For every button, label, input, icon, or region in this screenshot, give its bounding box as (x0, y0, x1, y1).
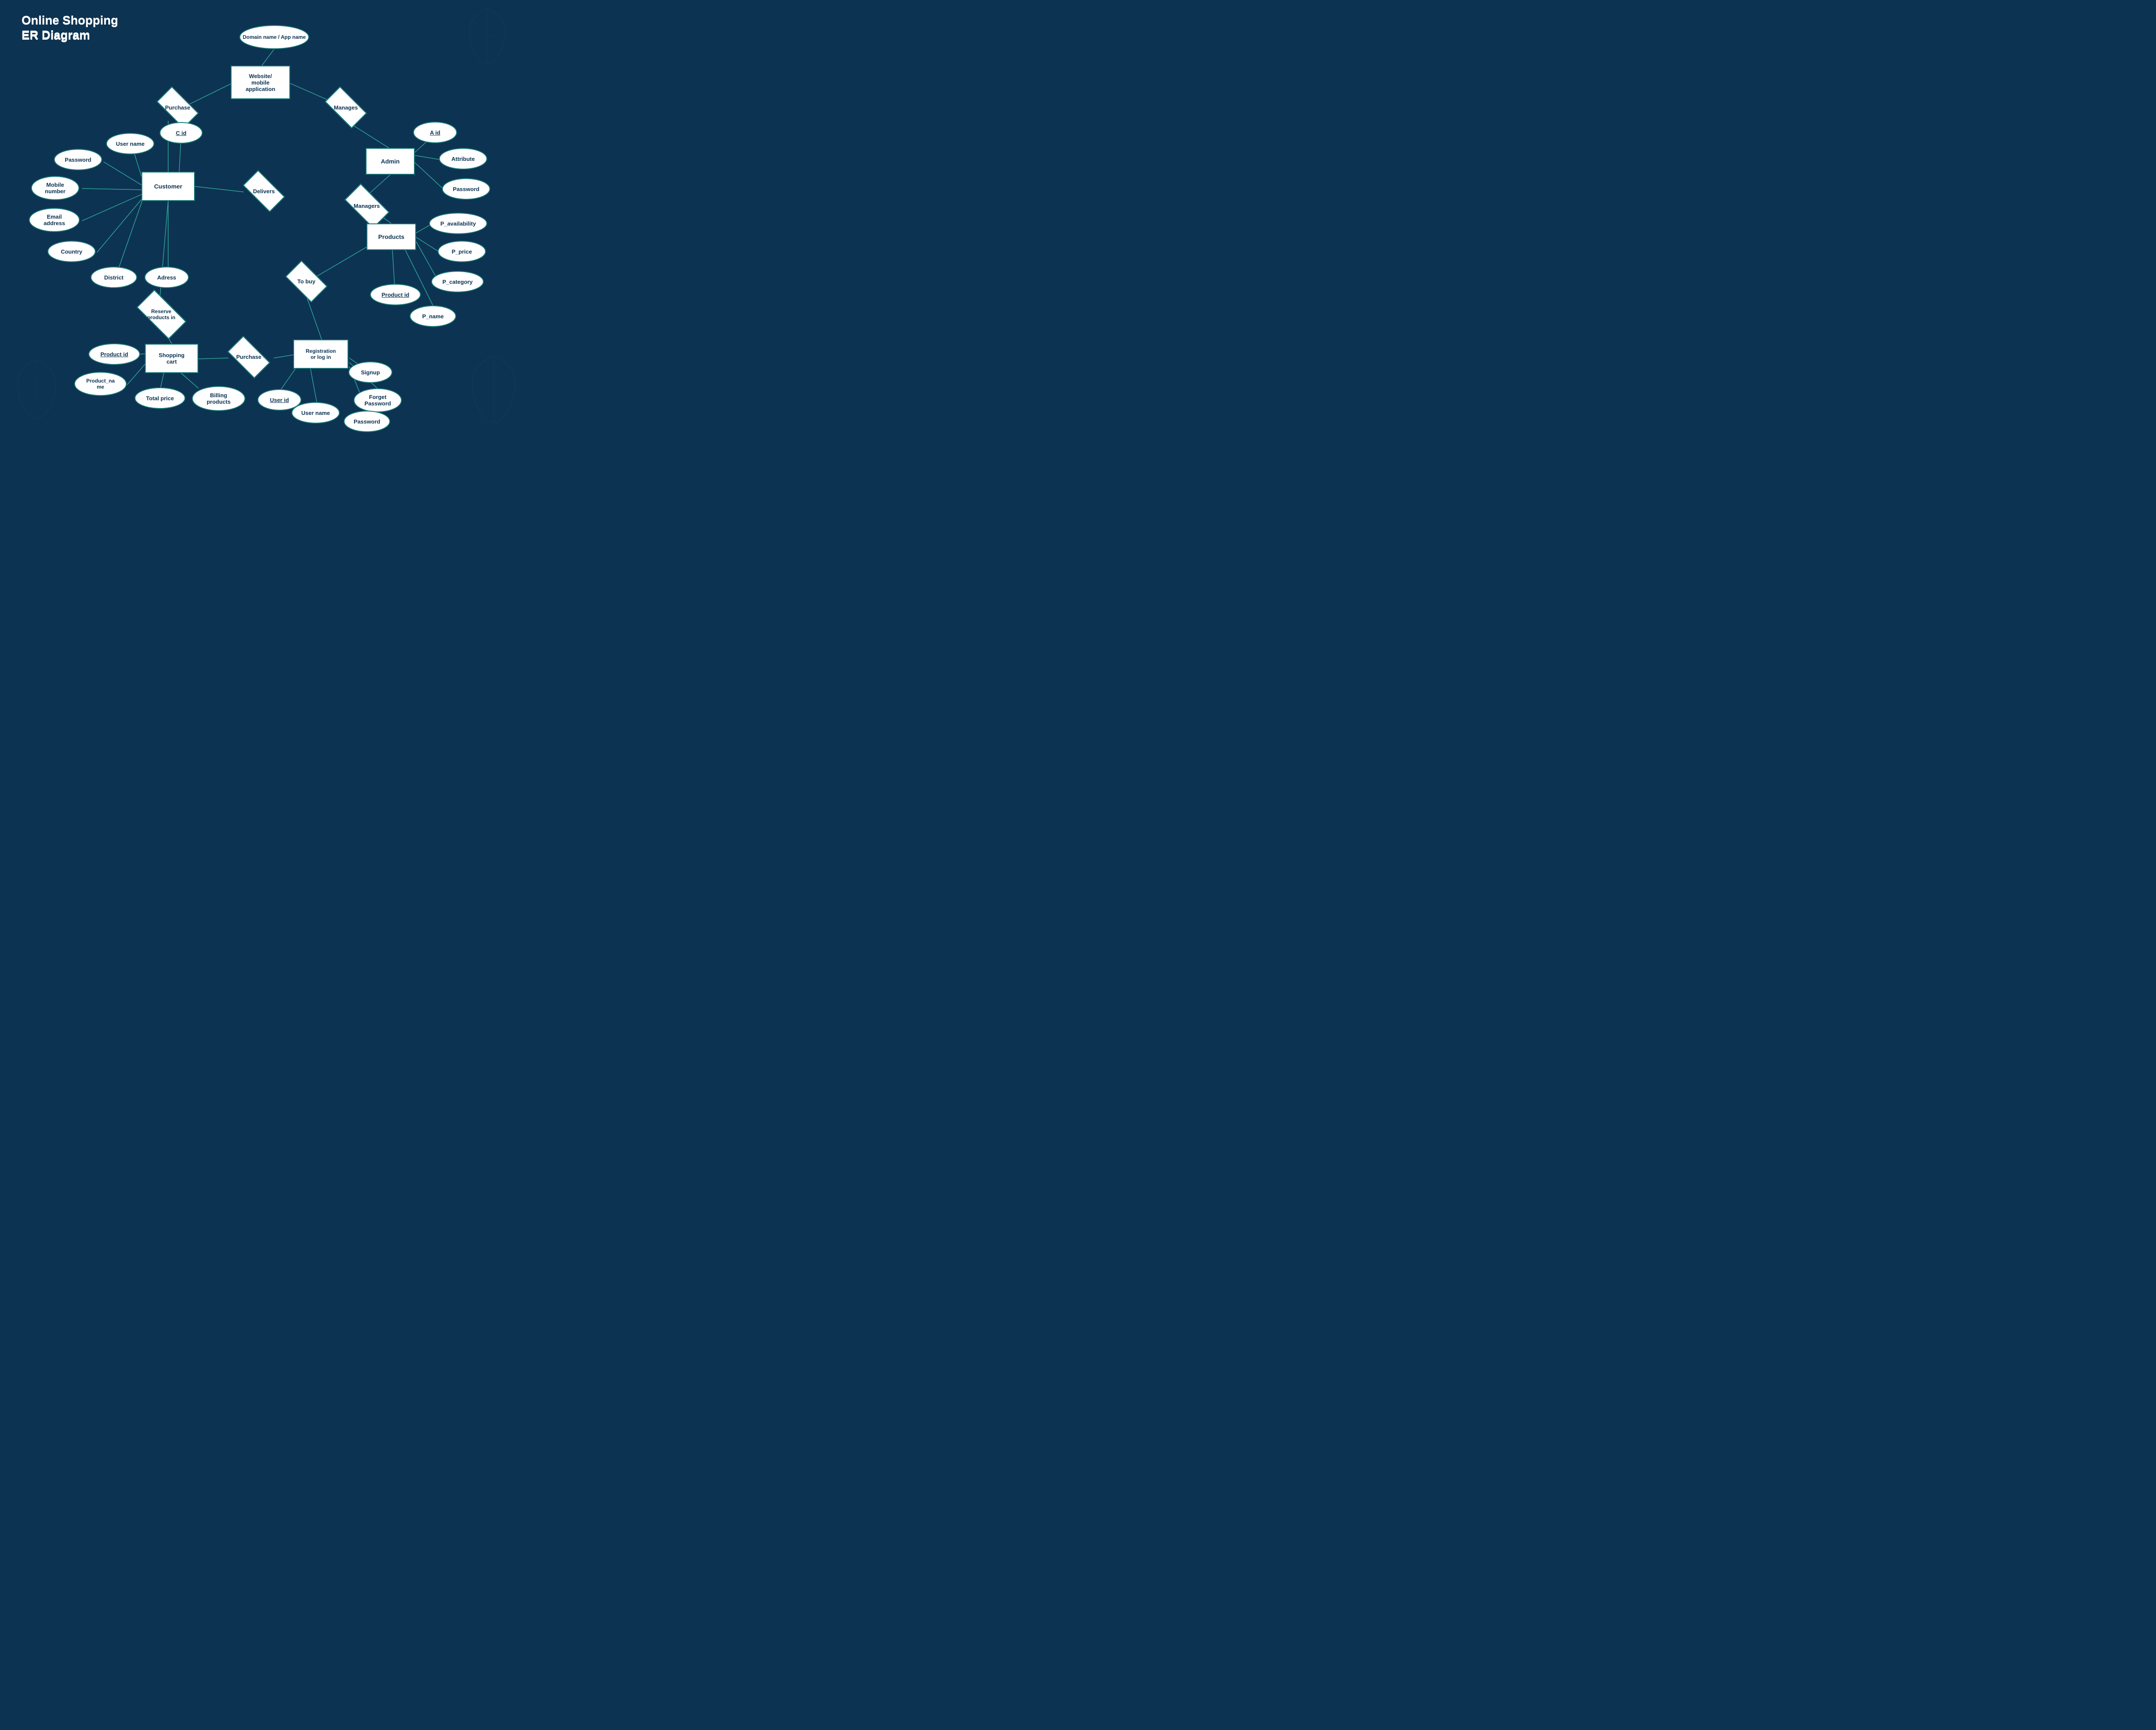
product-name-cart-entity: Product_name (74, 372, 127, 396)
purchase-bottom-diamond: Purchase (226, 343, 272, 371)
address-entity: Adress (144, 267, 189, 288)
admin-entity: Admin (366, 148, 415, 175)
products-entity: Products (367, 223, 416, 250)
p-category-entity: P_category (431, 271, 484, 292)
username-customer-entity: User name (106, 133, 154, 154)
diagram-container: Online Shopping ER Diagram (0, 0, 539, 433)
total-price-entity: Total price (135, 387, 185, 409)
leaf-decoration-tr (461, 4, 513, 69)
shopping-cart-entity: Shoppingcart (145, 344, 198, 373)
domain-name-entity: Domain name / App name (239, 25, 309, 49)
p-price-entity: P_price (438, 241, 486, 262)
password-reg-entity: Password (344, 411, 390, 432)
forget-password-entity: ForgetPassword (354, 388, 402, 412)
purchase-top-diamond: Purchase (154, 94, 201, 121)
manages-diamond: Manages (323, 94, 369, 121)
delivers-diamond: Delivers (241, 178, 287, 204)
customer-entity: Customer (141, 172, 195, 201)
page-title: Online Shopping ER Diagram (22, 13, 118, 43)
mobile-number-entity: Mobilenumber (31, 176, 79, 200)
reserve-diamond: Reserveproducts in (134, 299, 189, 330)
district-entity: District (91, 267, 137, 288)
leaf-decoration-bl (9, 355, 65, 424)
registration-entity: Registrationor log in (293, 339, 348, 369)
password-admin-entity: Password (442, 178, 490, 200)
signup-entity: Signup (348, 361, 392, 383)
product-id-cart-entity: Product id (88, 343, 140, 365)
username-reg-entity: User name (291, 402, 340, 424)
p-availability-entity: P_availability (429, 213, 487, 234)
product-id-products-entity: Product id (370, 284, 421, 305)
managers-diamond: Managers (342, 192, 392, 220)
email-entity: Emailaddress (29, 208, 80, 232)
c-id-entity: C id (160, 122, 203, 144)
billing-products-entity: Billingproducts (192, 386, 245, 411)
to-buy-diamond: To buy (284, 267, 329, 295)
country-entity: Country (47, 241, 96, 262)
leaf-decoration-br (461, 351, 526, 428)
website-entity: Website/mobileapplication (231, 66, 290, 99)
attribute-entity: Attribute (439, 148, 487, 170)
p-name-entity: P_name (410, 305, 456, 327)
password-customer-entity: Password (54, 149, 102, 170)
a-id-entity: A id (413, 122, 457, 143)
